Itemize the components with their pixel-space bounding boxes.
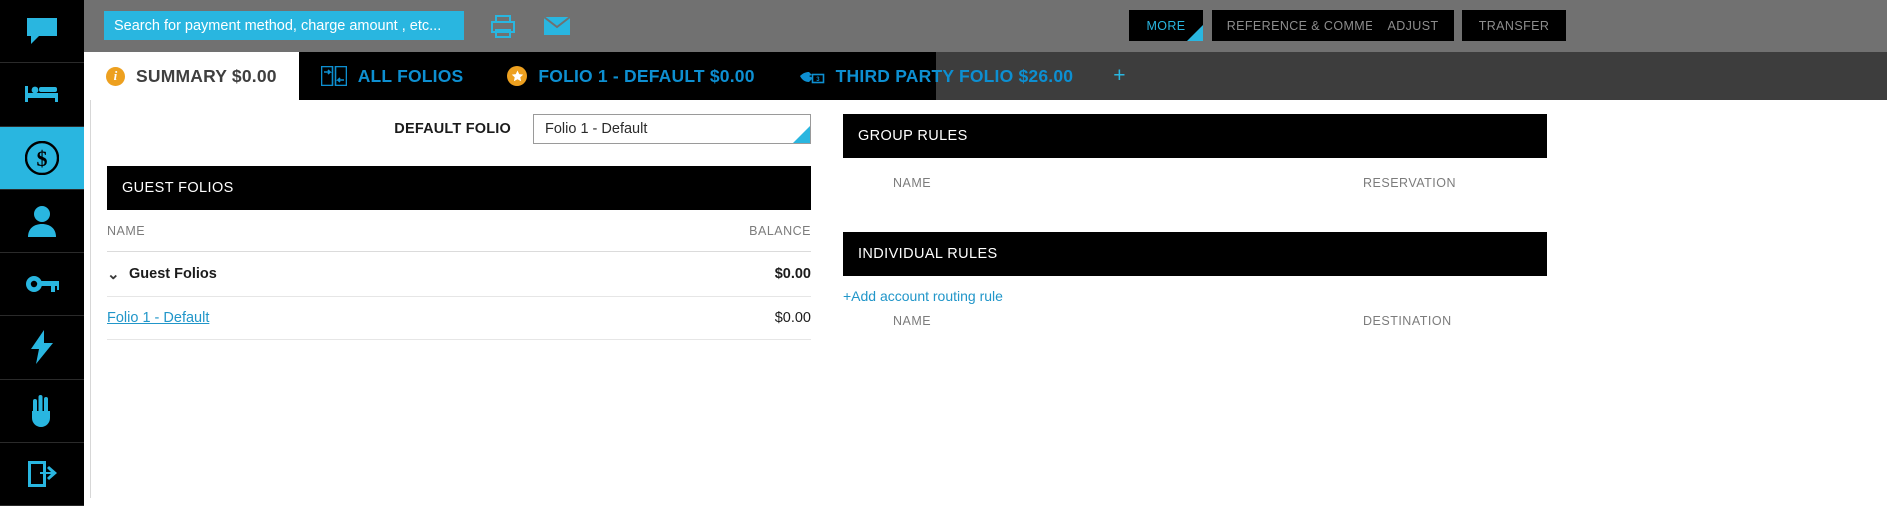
svg-text:3: 3 bbox=[816, 77, 820, 83]
guest-folios-table: NAME BALANCE ⌄Guest Folios $0.00 bbox=[107, 210, 811, 340]
top-toolbar: MORE REFERENCE & COMMENT ADJUST TRANSFER bbox=[84, 0, 1887, 52]
more-corner-indicator bbox=[1187, 25, 1203, 41]
group-rules-title: GROUP RULES bbox=[843, 114, 1547, 158]
individual-rules-body: +Add account routing rule NAME DESTINATI… bbox=[843, 276, 1547, 328]
right-column: GROUP RULES NAME RESERVATION INDIVIDUAL … bbox=[843, 100, 1547, 328]
star-circle-icon bbox=[507, 66, 527, 86]
tab-folio-1-default-label: FOLIO 1 - DEFAULT $0.00 bbox=[538, 66, 754, 87]
transfer-folios-icon bbox=[321, 66, 347, 86]
bed-icon bbox=[24, 82, 60, 106]
dollar-circle-icon: $ bbox=[25, 141, 59, 175]
transfer-button[interactable]: TRANSFER bbox=[1462, 10, 1566, 41]
lightning-bolt-icon bbox=[31, 330, 53, 364]
column-name: NAME bbox=[843, 176, 1363, 190]
content-inner: DEFAULT FOLIO Folio 1 - Default GUEST FO… bbox=[90, 100, 1887, 498]
default-folio-label: DEFAULT FOLIO bbox=[394, 121, 511, 137]
individual-rules-columns: NAME DESTINATION bbox=[843, 306, 1547, 328]
chat-bubble-icon bbox=[25, 16, 59, 46]
sidebar-item-messages[interactable] bbox=[0, 0, 84, 63]
individual-rules-panel: INDIVIDUAL RULES +Add account routing ru… bbox=[843, 232, 1547, 328]
group-rules-panel: GROUP RULES NAME RESERVATION bbox=[843, 114, 1547, 232]
info-circle-icon: i bbox=[106, 67, 125, 86]
folio-link[interactable]: Folio 1 - Default bbox=[107, 310, 209, 326]
folio-name-cell: Folio 1 - Default bbox=[107, 297, 557, 340]
hand-money-icon: 3 bbox=[799, 66, 825, 86]
group-name: Guest Folios bbox=[129, 266, 217, 282]
sidebar-item-checkout[interactable] bbox=[0, 443, 84, 506]
tab-all-folios[interactable]: ALL FOLIOS bbox=[299, 52, 486, 100]
sidebar-item-housekeeping[interactable] bbox=[0, 380, 84, 443]
tab-third-party-folio-label: THIRD PARTY FOLIO $26.00 bbox=[836, 66, 1074, 87]
sidebar-item-activity[interactable] bbox=[0, 316, 84, 379]
envelope-icon[interactable] bbox=[542, 12, 572, 40]
hand-icon bbox=[29, 395, 55, 427]
individual-rules-title: INDIVIDUAL RULES bbox=[843, 232, 1547, 276]
guest-folios-title: GUEST FOLIOS bbox=[107, 166, 811, 210]
tab-summary-label: SUMMARY $0.00 bbox=[136, 66, 277, 87]
add-account-routing-rule-link[interactable]: +Add account routing rule bbox=[843, 276, 1003, 304]
search-input[interactable] bbox=[104, 11, 464, 40]
chevron-down-icon[interactable]: ⌄ bbox=[107, 265, 129, 283]
folio-screen: $ bbox=[0, 0, 1887, 506]
main-content: DEFAULT FOLIO Folio 1 - Default GUEST FO… bbox=[84, 100, 1887, 506]
folio-tabbar: i SUMMARY $0.00 ALL FOLIOS FOLIO 1 - DEF… bbox=[84, 52, 936, 100]
guest-folios-header-row: NAME BALANCE bbox=[107, 210, 811, 252]
column-balance: BALANCE bbox=[557, 210, 811, 252]
sidebar-item-keys[interactable] bbox=[0, 253, 84, 316]
default-folio-value: Folio 1 - Default bbox=[545, 121, 647, 137]
tab-add-folio[interactable]: + bbox=[1095, 52, 1143, 100]
tab-third-party-folio[interactable]: 3 THIRD PARTY FOLIO $26.00 bbox=[777, 52, 1096, 100]
door-exit-icon bbox=[27, 459, 57, 489]
sidebar-item-rooms[interactable] bbox=[0, 63, 84, 126]
sidebar-item-billing[interactable]: $ bbox=[0, 127, 84, 190]
left-column: DEFAULT FOLIO Folio 1 - Default GUEST FO… bbox=[107, 100, 811, 340]
person-icon bbox=[28, 205, 56, 237]
group-rules-columns: NAME RESERVATION bbox=[843, 158, 1547, 190]
column-name: NAME bbox=[843, 314, 1363, 328]
guest-folios-panel: GUEST FOLIOS NAME BALANCE ⌄Guest Foli bbox=[107, 166, 811, 340]
dropdown-corner-indicator bbox=[793, 126, 810, 143]
more-label: MORE bbox=[1146, 19, 1185, 33]
tab-summary[interactable]: i SUMMARY $0.00 bbox=[84, 52, 299, 100]
left-sidebar: $ bbox=[0, 0, 84, 506]
group-rules-body: NAME RESERVATION bbox=[843, 158, 1547, 232]
tab-folio-1-default[interactable]: FOLIO 1 - DEFAULT $0.00 bbox=[485, 52, 776, 100]
tab-all-folios-label: ALL FOLIOS bbox=[358, 66, 464, 87]
key-icon bbox=[25, 273, 59, 295]
column-destination: DESTINATION bbox=[1363, 314, 1452, 328]
default-folio-select[interactable]: Folio 1 - Default bbox=[533, 114, 811, 144]
folio-balance: $0.00 bbox=[557, 297, 811, 340]
table-row[interactable]: ⌄Guest Folios $0.00 bbox=[107, 252, 811, 297]
column-name: NAME bbox=[107, 210, 557, 252]
printer-icon[interactable] bbox=[488, 12, 518, 40]
column-reservation: RESERVATION bbox=[1363, 176, 1456, 190]
plus-icon: + bbox=[1113, 64, 1125, 88]
group-balance: $0.00 bbox=[557, 252, 811, 297]
table-row[interactable]: Folio 1 - Default $0.00 bbox=[107, 297, 811, 340]
default-folio-row: DEFAULT FOLIO Folio 1 - Default bbox=[107, 100, 811, 144]
svg-text:$: $ bbox=[37, 146, 48, 171]
guest-folios-group-cell: ⌄Guest Folios bbox=[107, 252, 557, 297]
adjust-button[interactable]: ADJUST bbox=[1372, 10, 1454, 41]
more-button[interactable]: MORE bbox=[1129, 10, 1203, 41]
sidebar-item-guest-profile[interactable] bbox=[0, 190, 84, 253]
